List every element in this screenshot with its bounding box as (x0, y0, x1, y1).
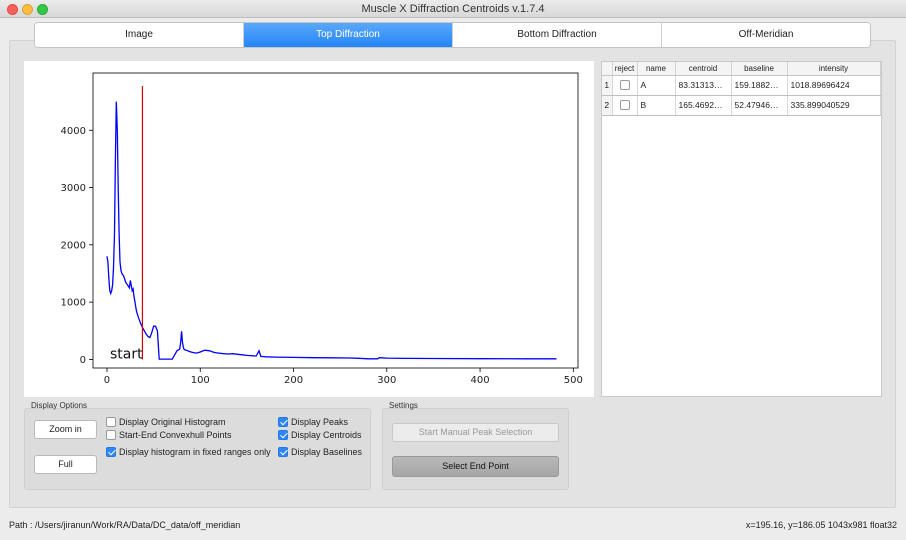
y-tick-label: 1000 (61, 298, 86, 309)
intensity-cell[interactable]: 335.899040529 (787, 95, 881, 116)
path-label: Path : /Users/jiranun/Work/RA/Data/DC_da… (9, 520, 241, 530)
display-baselines-checkbox[interactable] (278, 447, 288, 457)
display-options-title: Display Options (31, 401, 88, 410)
display-baselines-option[interactable]: Display Baselines (278, 447, 362, 457)
baseline-cell[interactable]: 159.1882… (731, 75, 788, 96)
histogram-chart[interactable]: 0 100 200 300 400 500 0 1000 2000 3000 4000 start (24, 61, 594, 397)
display-centroids-label: Display Centroids (291, 430, 362, 440)
convexhull-points-label: Start-End Convexhull Points (119, 430, 232, 440)
x-tick-label: 0 (104, 375, 110, 386)
name-cell[interactable]: A (637, 75, 676, 96)
plot-frame (92, 72, 579, 369)
name-cell[interactable]: B (637, 95, 676, 116)
display-peaks-label: Display Peaks (291, 417, 349, 427)
reject-checkbox[interactable] (619, 100, 630, 111)
centroid-cell[interactable]: 83.31313… (675, 75, 732, 96)
x-tick-label: 500 (564, 375, 583, 386)
x-tick-label: 300 (377, 375, 396, 386)
table-row[interactable]: 1 A 83.31313… 159.1882… 1018.89696424 (602, 75, 881, 96)
tab-off-meridian[interactable]: Off-Meridian (662, 23, 870, 47)
convexhull-points-option[interactable]: Start-End Convexhull Points (106, 430, 232, 440)
baseline-cell[interactable]: 52.47946… (731, 95, 788, 116)
y-tick-label: 2000 (61, 240, 86, 251)
centroid-cell[interactable]: 165.4692… (675, 95, 732, 116)
cursor-info: x=195.16, y=186.05 1043x981 float32 (745, 520, 897, 530)
display-centroids-option[interactable]: Display Centroids (278, 430, 362, 440)
zoom-in-button[interactable]: Zoom in (34, 420, 97, 439)
display-centroids-checkbox[interactable] (278, 430, 288, 440)
fixed-ranges-label: Display histogram in fixed ranges only (119, 447, 271, 457)
start-annotation: start (110, 346, 143, 362)
full-button[interactable]: Full (34, 455, 97, 474)
tab-bar: Image Top Diffraction Bottom Diffraction… (34, 22, 871, 48)
column-header-name[interactable]: name (637, 62, 676, 76)
histogram-line (106, 101, 557, 360)
table-header-row: reject name centroid baseline intensity (602, 62, 881, 76)
display-original-histogram-label: Display Original Histogram (119, 417, 226, 427)
y-tick-label: 0 (80, 355, 86, 366)
x-tick-label: 400 (471, 375, 490, 386)
reject-checkbox[interactable] (619, 80, 630, 91)
display-peaks-option[interactable]: Display Peaks (278, 417, 348, 427)
intensity-cell[interactable]: 1018.89696424 (787, 75, 881, 96)
display-original-histogram-checkbox[interactable] (106, 417, 116, 427)
row-number: 1 (602, 75, 613, 96)
status-bar: Path : /Users/jiranun/Work/RA/Data/DC_da… (0, 514, 906, 540)
reject-cell[interactable] (612, 95, 638, 116)
x-tick-label: 100 (191, 375, 210, 386)
column-header-reject[interactable]: reject (612, 62, 638, 76)
select-end-point-button[interactable]: Select End Point (392, 456, 559, 477)
fixed-ranges-checkbox[interactable] (106, 447, 116, 457)
peaks-table[interactable]: reject name centroid baseline intensity … (601, 61, 882, 397)
column-header-baseline[interactable]: baseline (731, 62, 788, 76)
tab-bottom-diffraction[interactable]: Bottom Diffraction (453, 23, 662, 47)
display-peaks-checkbox[interactable] (278, 417, 288, 427)
title-bar: Muscle X Diffraction Centroids v.1.7.4 (0, 0, 906, 18)
tab-image[interactable]: Image (35, 23, 244, 47)
fixed-ranges-option[interactable]: Display histogram in fixed ranges only (106, 447, 271, 457)
row-number: 2 (602, 95, 613, 116)
column-header-centroid[interactable]: centroid (675, 62, 732, 76)
display-original-histogram-option[interactable]: Display Original Histogram (106, 417, 226, 427)
table-row[interactable]: 2 B 165.4692… 52.47946… 335.899040529 (602, 95, 881, 116)
start-manual-peak-selection-button[interactable]: Start Manual Peak Selection (392, 423, 559, 442)
settings-group (382, 408, 569, 490)
tab-top-diffraction[interactable]: Top Diffraction (244, 23, 453, 47)
window-title: Muscle X Diffraction Centroids v.1.7.4 (361, 3, 545, 15)
reject-cell[interactable] (612, 75, 638, 96)
y-tick-label: 3000 (61, 183, 86, 194)
y-tick-label: 4000 (61, 126, 86, 137)
x-tick-label: 200 (284, 375, 303, 386)
column-header-intensity[interactable]: intensity (787, 62, 881, 76)
display-baselines-label: Display Baselines (291, 447, 363, 457)
convexhull-points-checkbox[interactable] (106, 430, 116, 440)
plot-panel[interactable]: 0 100 200 300 400 500 0 1000 2000 3000 4000 start (24, 61, 594, 397)
settings-title: Settings (389, 401, 418, 410)
row-number-header (602, 62, 613, 76)
